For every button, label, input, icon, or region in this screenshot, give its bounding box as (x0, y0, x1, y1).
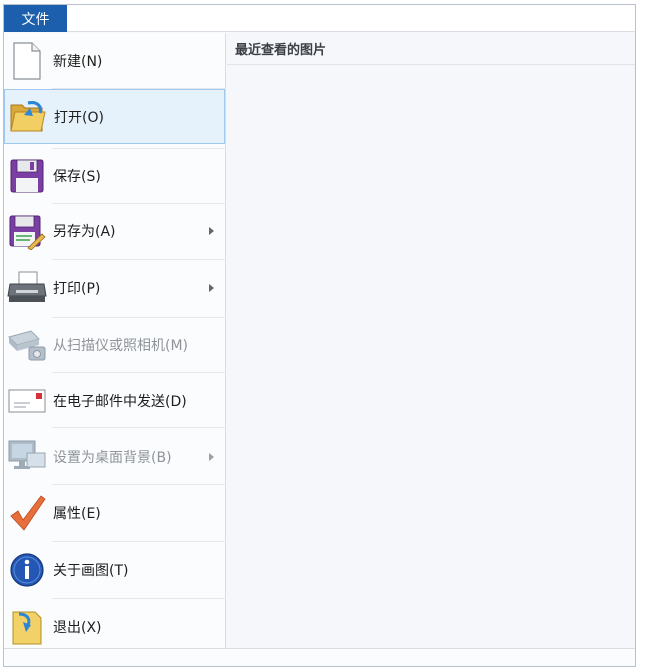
submenu-arrow-icon (209, 452, 214, 461)
paint-window: 文件 新建(N) 打开(O) 保存(S) 另存为(A) 打印(P) 从扫描仪或照… (3, 4, 636, 667)
new-document-icon (7, 41, 47, 81)
recent-pictures-panel: 最近查看的图片 (227, 33, 635, 648)
menu-item-label: 另存为(A) (53, 224, 116, 240)
menu-item-exit[interactable]: 退出(X) (4, 599, 225, 655)
menu-item-label: 新建(N) (53, 53, 103, 70)
menu-item-properties[interactable]: 属性(E) (4, 485, 225, 541)
scanner-camera-icon (7, 325, 47, 365)
menu-item-label: 退出(X) (53, 620, 102, 636)
menu-item-label: 从扫描仪或照相机(M) (53, 338, 189, 354)
menu-item-set-desktop-background[interactable]: 设置为桌面背景(B) (4, 428, 225, 485)
menu-item-save[interactable]: 保存(S) (4, 149, 225, 203)
info-icon (7, 550, 47, 590)
floppy-disk-icon (7, 156, 47, 196)
recent-divider (227, 64, 635, 65)
menu-item-label: 设置为桌面背景(B) (53, 449, 172, 466)
desktop-background-icon (7, 437, 47, 477)
menu-item-about-paint[interactable]: 关于画图(T) (4, 542, 225, 598)
recent-pictures-title: 最近查看的图片 (235, 43, 327, 58)
ribbon-tab-bar: 文件 (4, 5, 635, 32)
menu-bottom-strip (4, 648, 635, 666)
file-menu: 新建(N) 打开(O) 保存(S) 另存为(A) 打印(P) 从扫描仪或照相机(… (4, 33, 226, 648)
submenu-arrow-icon (209, 284, 214, 292)
menu-item-label: 在电子邮件中发送(D) (53, 393, 187, 410)
menu-item-label: 打印(P) (53, 281, 101, 297)
menu-item-label: 保存(S) (53, 169, 101, 185)
open-folder-icon (8, 97, 48, 137)
menu-item-label: 属性(E) (53, 506, 101, 522)
menu-item-open[interactable]: 打开(O) (4, 89, 225, 144)
submenu-arrow-icon (209, 227, 214, 235)
menu-item-scanner-camera[interactable]: 从扫描仪或照相机(M) (4, 318, 225, 372)
menu-item-label: 打开(O) (54, 109, 104, 126)
menu-item-send-email[interactable]: 在电子邮件中发送(D) (4, 373, 225, 428)
checkmark-icon (7, 493, 47, 533)
file-tab-label: 文件 (21, 11, 50, 28)
menu-item-print[interactable]: 打印(P) (4, 260, 225, 316)
file-tab[interactable]: 文件 (4, 5, 67, 32)
save-as-icon (7, 211, 47, 251)
menu-item-new[interactable]: 新建(N) (4, 37, 225, 84)
menu-item-label: 关于画图(T) (53, 563, 129, 579)
printer-icon (7, 268, 47, 308)
exit-icon (7, 607, 47, 647)
email-icon (7, 381, 47, 421)
menu-item-save-as[interactable]: 另存为(A) (4, 204, 225, 258)
